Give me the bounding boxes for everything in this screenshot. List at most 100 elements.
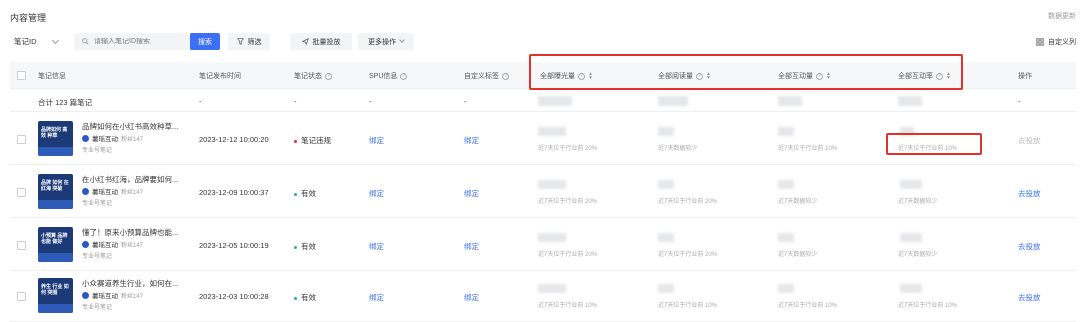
filter-label: 筛选 <box>247 38 262 46</box>
status-dot <box>294 139 297 143</box>
redacted-value <box>898 96 922 106</box>
thumbnail-stripe <box>38 200 73 209</box>
search-input[interactable] <box>94 38 194 45</box>
total-row: 合计 123 篇笔记 - - - - - <box>10 90 1076 112</box>
redacted-value <box>538 96 572 106</box>
more-actions-label: 更多操作 <box>368 38 396 46</box>
columns-icon <box>1036 37 1044 46</box>
total-tag: - <box>464 97 467 106</box>
note-title[interactable]: 懂了！原来小预算品牌也能... <box>82 227 192 238</box>
impressions-rank: 近7天位于行业前 20% <box>538 146 598 152</box>
help-icon[interactable]: ? <box>325 72 332 80</box>
total-status: - <box>294 97 297 106</box>
row-checkbox[interactable] <box>17 135 26 144</box>
status-text: 有效 <box>301 189 316 198</box>
thumbnail-stripe <box>38 304 73 313</box>
spu-bind-link[interactable]: 绑定 <box>369 241 384 252</box>
spu-bind-link[interactable]: 绑定 <box>369 292 384 303</box>
note-author: 薯瑶互动 粉丝147 <box>82 133 143 143</box>
note-thumbnail[interactable]: 品牌如何 高效 种草 <box>38 121 73 156</box>
total-label: 合计 123 篇笔记 <box>38 98 93 107</box>
spu-bind-link[interactable]: 绑定 <box>369 135 384 146</box>
id-type-select[interactable]: 笔记ID <box>14 36 59 47</box>
spu-bind-link[interactable]: 绑定 <box>369 188 384 199</box>
row-checkbox[interactable] <box>17 292 26 301</box>
interaction-rate-rank: 近7天数据较少 <box>898 199 938 205</box>
place-ad-link[interactable]: 去投放 <box>1018 188 1041 199</box>
note-type-tag: 专业号笔记 <box>82 201 113 207</box>
select-all-checkbox[interactable] <box>17 71 26 80</box>
author-name: 薯瑶互动 <box>92 242 118 249</box>
search-field[interactable] <box>74 33 194 50</box>
reads-rank: 近7天位于行业前 20% <box>658 199 718 205</box>
redacted-value <box>778 127 794 136</box>
help-icon[interactable]: ? <box>502 72 509 80</box>
note-title[interactable]: 小众赛道养生行业，如何在... <box>82 278 192 289</box>
custom-tag-bind-link[interactable]: 绑定 <box>464 241 479 252</box>
chevron-down-icon <box>399 37 405 43</box>
note-title[interactable]: 品牌如何在小红书高效种草... <box>82 121 192 132</box>
status-badge: 有效 <box>294 292 316 303</box>
redacted-value <box>778 284 794 293</box>
thumbnail-stripe <box>38 147 73 156</box>
more-actions-button[interactable]: 更多操作 <box>358 33 414 50</box>
status-text: 有效 <box>301 242 316 251</box>
redacted-value <box>658 180 674 189</box>
fans-count: 粉丝147 <box>121 189 144 196</box>
chevron-down-icon <box>51 36 59 44</box>
filter-button[interactable]: 筛选 <box>228 33 270 50</box>
interactions-rank: 近7天数据较少 <box>778 252 818 258</box>
filter-icon <box>236 38 244 45</box>
redacted-value <box>538 284 566 293</box>
col-status-label: 笔记状态 <box>294 73 322 80</box>
batch-placement-button[interactable]: 批量投放 <box>290 33 352 50</box>
total-spu: - <box>369 97 372 106</box>
thumbnail-text: 品牌如何 高效 种草 <box>41 127 68 139</box>
send-icon <box>301 38 309 45</box>
help-icon[interactable]: ? <box>400 72 408 80</box>
redacted-value <box>538 233 566 242</box>
thumbnail-text: 品牌 如何 在红海 突破 <box>41 180 69 192</box>
custom-tag-bind-link[interactable]: 绑定 <box>464 135 479 146</box>
col-spu-label: SPU信息 <box>369 73 398 80</box>
impressions-rank: 近7天位于行业前 20% <box>538 199 598 205</box>
avatar <box>82 240 89 248</box>
search-button[interactable]: 搜索 <box>190 33 220 50</box>
custom-columns-button[interactable]: 自定义列 <box>1036 33 1076 50</box>
interaction-rate-rank: 近7天位于行业前 10% <box>898 303 958 309</box>
row-checkbox[interactable] <box>17 241 26 250</box>
status-badge: 有效 <box>294 188 316 199</box>
redacted-value <box>658 284 674 293</box>
table-row: 养生 行业 如何 突围 小众赛道养生行业，如何在... 薯瑶互动 粉丝147 专业… <box>10 270 1076 322</box>
table-row: 品牌 如何 在红海 突破 在小红书红海，品牌要如何... 薯瑶互动 粉丝147 专… <box>10 166 1076 218</box>
place-ad-link[interactable]: 去投放 <box>1018 292 1041 303</box>
avatar <box>82 134 89 142</box>
data-update-link[interactable]: 数据更新 <box>1048 11 1076 21</box>
page-title: 内容管理 <box>10 13 47 23</box>
place-ad-link[interactable]: 去投放 <box>1018 241 1041 252</box>
total-time: - <box>199 97 202 106</box>
custom-tag-bind-link[interactable]: 绑定 <box>464 188 479 199</box>
row-checkbox[interactable] <box>17 188 26 197</box>
redacted-value <box>538 127 566 136</box>
col-spu: SPU信息? <box>369 71 408 81</box>
place-ad-link[interactable]: 去投放 <box>1018 135 1041 146</box>
custom-tag-bind-link[interactable]: 绑定 <box>464 292 479 303</box>
note-thumbnail[interactable]: 小预算 品牌 也能 做好 <box>38 227 73 262</box>
impressions-rank: 近7天位于行业前 10% <box>538 303 598 309</box>
redacted-value <box>778 233 794 242</box>
note-thumbnail[interactable]: 品牌 如何 在红海 突破 <box>38 174 73 209</box>
col-note-info: 笔记信息 <box>38 73 66 80</box>
interactions-rank: 近7天位于行业前 10% <box>778 146 838 152</box>
col-custom-tag-label: 自定义标签 <box>464 73 499 80</box>
redacted-value <box>658 96 688 106</box>
highlight-box-rate <box>886 133 982 155</box>
author-name: 薯瑶互动 <box>92 189 118 196</box>
note-thumbnail[interactable]: 养生 行业 如何 突围 <box>38 278 73 313</box>
status-badge: 有效 <box>294 241 316 252</box>
status-dot <box>294 192 297 196</box>
redacted-value <box>900 233 922 242</box>
note-title[interactable]: 在小红书红海，品牌要如何... <box>82 174 192 185</box>
reads-rank: 近7天数据较少 <box>658 146 698 152</box>
fans-count: 粉丝147 <box>121 242 144 249</box>
